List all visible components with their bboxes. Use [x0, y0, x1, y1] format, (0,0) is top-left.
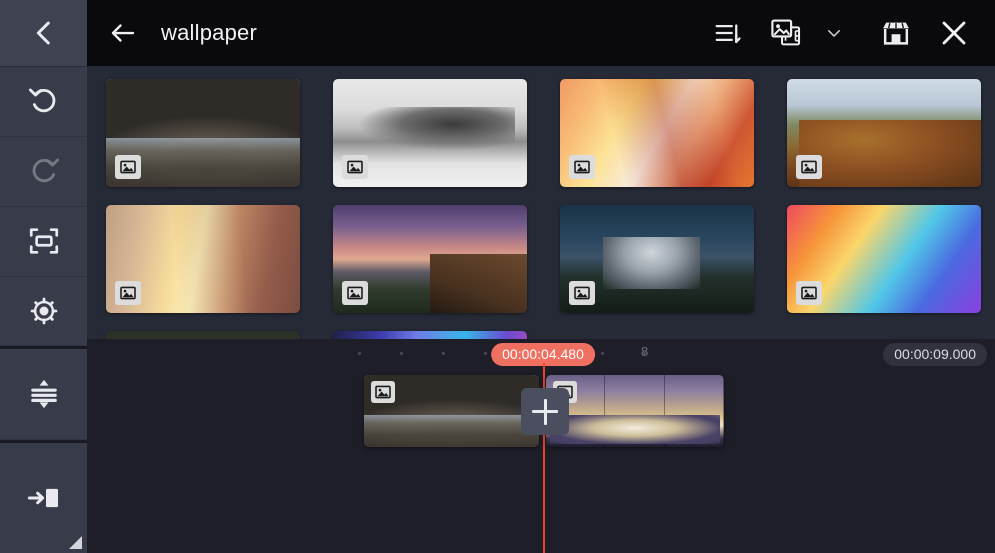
- media-item[interactable]: [560, 205, 754, 313]
- media-item[interactable]: [333, 205, 527, 313]
- store-button[interactable]: [875, 12, 917, 54]
- settings-button[interactable]: [0, 277, 87, 347]
- clip-lake[interactable]: [364, 375, 539, 447]
- add-transition-button[interactable]: [521, 388, 569, 435]
- header-back-button[interactable]: [101, 11, 145, 55]
- media-item[interactable]: [333, 331, 527, 339]
- browser-header: wallpaper: [87, 0, 995, 66]
- timeline-panel[interactable]: 8 00:00:04.480 00:00:09.000: [87, 339, 995, 553]
- ruler-tick: [400, 352, 403, 355]
- video-track[interactable]: [87, 375, 995, 447]
- export-icon: [24, 481, 64, 515]
- track-height-icon: [26, 376, 62, 412]
- ruler-label: 8: [641, 344, 648, 359]
- media-item[interactable]: [106, 205, 300, 313]
- ruler-tick: [484, 352, 487, 355]
- redo-icon: [27, 154, 61, 188]
- total-duration-badge: 00:00:09.000: [883, 343, 987, 366]
- track-height-button[interactable]: [0, 349, 87, 440]
- fit-screen-icon: [27, 224, 61, 258]
- image-badge-icon: [569, 281, 595, 305]
- main-area: wallpaper: [87, 0, 995, 553]
- redo-button[interactable]: [0, 137, 87, 207]
- ruler-tick: [442, 352, 445, 355]
- ruler-tick: [358, 352, 361, 355]
- page-title: wallpaper: [161, 20, 257, 46]
- image-filmstrip-icon: [769, 17, 803, 49]
- clip-car[interactable]: [546, 375, 724, 447]
- storefront-icon: [880, 18, 912, 48]
- media-item[interactable]: [106, 331, 300, 339]
- media-item[interactable]: [106, 79, 300, 187]
- media-grid: [87, 79, 995, 339]
- ruler-tick: [601, 352, 604, 355]
- close-icon: [938, 17, 970, 49]
- media-browser[interactable]: [87, 66, 995, 339]
- sort-button[interactable]: [707, 12, 749, 54]
- rail-back-button[interactable]: [0, 0, 87, 67]
- media-thumbnail: [106, 331, 300, 339]
- image-badge-icon: [342, 281, 368, 305]
- media-item[interactable]: [560, 79, 754, 187]
- fit-screen-button[interactable]: [0, 207, 87, 277]
- image-badge-icon: [115, 281, 141, 305]
- gear-icon: [27, 294, 61, 328]
- plus-icon: [532, 399, 558, 425]
- media-thumbnail: [333, 331, 527, 339]
- image-badge-icon: [371, 381, 395, 403]
- video-editor-window: wallpaper: [0, 0, 995, 553]
- arrow-left-icon: [108, 18, 138, 48]
- sort-descending-icon: [713, 18, 743, 48]
- filmstrip-frame: [665, 375, 724, 447]
- image-badge-icon: [342, 155, 368, 179]
- image-badge-icon: [796, 155, 822, 179]
- chevron-down-icon: [825, 24, 843, 42]
- media-item[interactable]: [787, 79, 981, 187]
- close-button[interactable]: [931, 12, 977, 54]
- media-item[interactable]: [333, 79, 527, 187]
- undo-icon: [27, 84, 61, 118]
- image-badge-icon: [569, 155, 595, 179]
- tool-rail: [0, 0, 87, 553]
- chevron-left-icon: [27, 16, 61, 50]
- image-badge-icon: [796, 281, 822, 305]
- undo-button[interactable]: [0, 67, 87, 137]
- media-item[interactable]: [787, 205, 981, 313]
- image-badge-icon: [115, 155, 141, 179]
- resize-grip-icon[interactable]: [69, 536, 82, 549]
- media-type-dropdown[interactable]: [823, 12, 845, 54]
- media-type-button[interactable]: [763, 12, 809, 54]
